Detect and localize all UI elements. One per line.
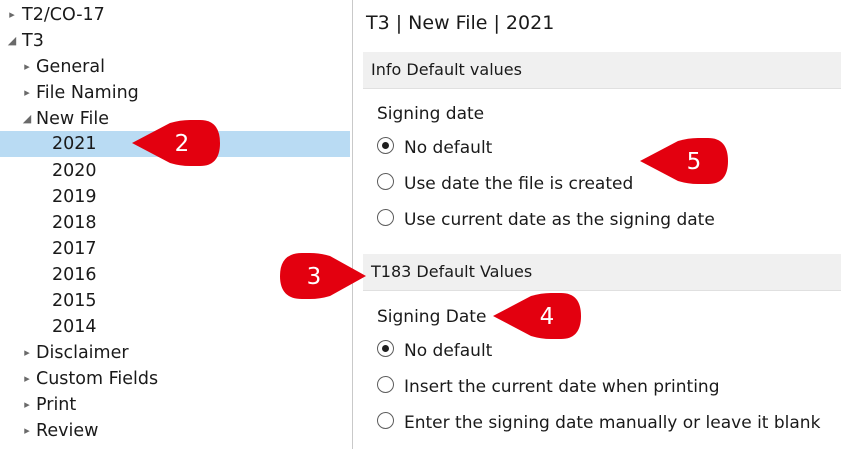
- signing-date-label: Signing date: [377, 104, 485, 124]
- callout-badge-3: 3: [280, 253, 366, 299]
- tree-item-label: 2021: [52, 134, 97, 154]
- expand-arrow-icon[interactable]: ▸: [21, 392, 33, 418]
- tree-item-label: 2017: [52, 239, 97, 259]
- tree-item-general[interactable]: ▸ General: [0, 54, 350, 80]
- radio-label: Enter the signing date manually or leave…: [404, 413, 821, 433]
- tree-item-label: 2020: [52, 161, 97, 181]
- radio-label: No default: [404, 138, 493, 158]
- section-header-label: T183 Default Values: [371, 262, 533, 281]
- radio-unchecked-icon[interactable]: [377, 173, 394, 190]
- tree-item-label: 2014: [52, 317, 97, 337]
- expand-arrow-icon[interactable]: ▸: [21, 340, 33, 366]
- expand-arrow-icon[interactable]: ▸: [6, 2, 18, 28]
- tree-item-label: Custom Fields: [36, 369, 159, 389]
- tree-item-disclaimer[interactable]: ▸ Disclaimer: [0, 340, 350, 366]
- collapse-arrow-icon[interactable]: ◢: [6, 28, 18, 54]
- tree-item-label: General: [36, 57, 105, 77]
- collapse-arrow-icon[interactable]: ◢: [21, 106, 33, 132]
- callout-badge-4: 4: [493, 293, 583, 339]
- settings-tree: ▸ T2/CO-17 ◢ T3 ▸ General ▸ File Naming …: [0, 0, 352, 449]
- expand-arrow-icon[interactable]: ▸: [21, 366, 33, 392]
- radio-unchecked-icon[interactable]: [377, 412, 394, 429]
- radio-checked-icon[interactable]: [377, 137, 394, 154]
- expand-arrow-icon[interactable]: ▸: [21, 54, 33, 80]
- radio-unchecked-icon[interactable]: [377, 376, 394, 393]
- tree-item-label: T3: [22, 31, 44, 51]
- expand-arrow-icon[interactable]: ▸: [21, 80, 33, 106]
- section-header-t183-default-values: T183 Default Values: [363, 254, 841, 291]
- callout-number: 2: [175, 131, 190, 157]
- radio-label: Use current date as the signing date: [404, 210, 715, 230]
- tree-item-2019[interactable]: 2019: [0, 184, 350, 210]
- tree-item-label: Print: [36, 395, 77, 415]
- section-header-label: Info Default values: [371, 60, 522, 79]
- tree-item-review[interactable]: ▸ Review: [0, 418, 350, 444]
- radio-label: Use date the file is created: [404, 174, 634, 194]
- callout-badge-5: 5: [640, 138, 730, 184]
- tree-item-label: T2/CO-17: [22, 5, 105, 25]
- expand-arrow-icon[interactable]: ▸: [21, 418, 33, 444]
- signing-date-label: Signing Date: [377, 307, 487, 327]
- page-title: T3 | New File | 2021: [366, 12, 555, 34]
- tree-item-label: 2018: [52, 213, 97, 233]
- callout-badge-2: 2: [132, 120, 222, 166]
- tree-item-t2-co-17[interactable]: ▸ T2/CO-17: [0, 2, 350, 28]
- tree-item-label: File Naming: [36, 83, 139, 103]
- tree-item-label: 2015: [52, 291, 97, 311]
- tree-item-label: Disclaimer: [36, 343, 129, 363]
- section-header-info-default-values: Info Default values: [363, 52, 841, 89]
- tree-item-t3[interactable]: ◢ T3: [0, 28, 350, 54]
- callout-number: 5: [687, 149, 702, 175]
- tree-item-2018[interactable]: 2018: [0, 210, 350, 236]
- panel-splitter[interactable]: [352, 0, 353, 449]
- radio-unchecked-icon[interactable]: [377, 209, 394, 226]
- tree-item-label: 2019: [52, 187, 97, 207]
- tree-item-file-naming[interactable]: ▸ File Naming: [0, 80, 350, 106]
- radio-label: Insert the current date when printing: [404, 377, 720, 397]
- tree-item-label: 2016: [52, 265, 97, 285]
- tree-item-label: New File: [36, 109, 110, 129]
- callout-number: 3: [307, 264, 322, 290]
- radio-checked-icon[interactable]: [377, 340, 394, 357]
- radio-label: No default: [404, 341, 493, 361]
- tree-item-print[interactable]: ▸ Print: [0, 392, 350, 418]
- tree-item-custom-fields[interactable]: ▸ Custom Fields: [0, 366, 350, 392]
- tree-item-label: Review: [36, 421, 99, 441]
- tree-item-2014[interactable]: 2014: [0, 314, 350, 340]
- callout-number: 4: [540, 304, 555, 330]
